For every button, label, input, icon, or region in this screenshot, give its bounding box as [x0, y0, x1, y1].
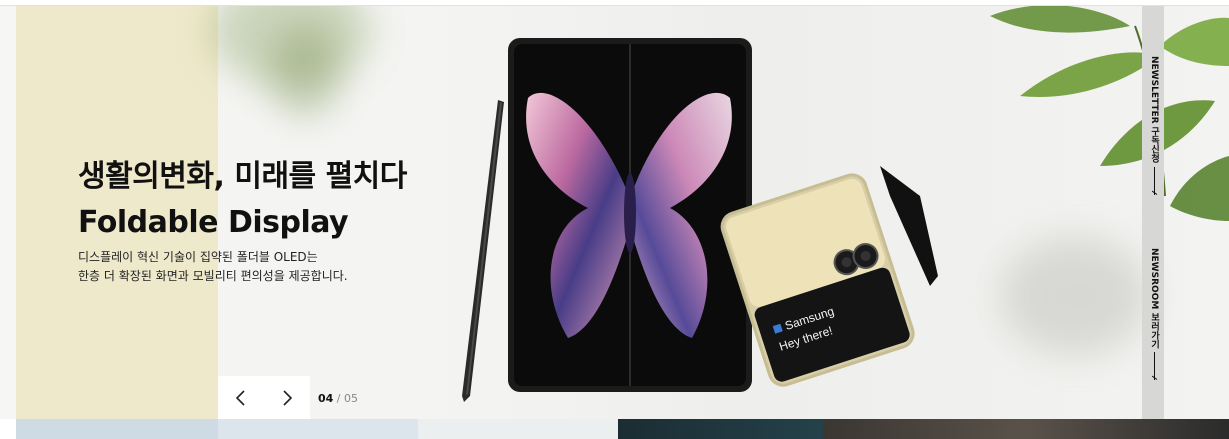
description-line-1: 디스플레이 혁신 기술이 집약된 폴더블 OLED는	[78, 250, 318, 264]
thumbnail-strip	[0, 419, 1229, 439]
slide-total: 05	[344, 392, 359, 405]
hero-headline: 생활의변화, 미래를 펼치다 Foldable Display	[78, 154, 407, 246]
chevron-left-icon	[235, 389, 245, 406]
slide-current: 04	[318, 392, 334, 405]
thumbnail-5[interactable]	[823, 419, 1229, 439]
thumbnail-4[interactable]	[618, 419, 823, 439]
arrow-down-icon	[1154, 166, 1155, 195]
newsletter-link[interactable]: NEWSLETTER 구독신청	[1148, 56, 1161, 195]
thumbnail-3[interactable]	[418, 419, 618, 439]
chevron-right-icon	[283, 389, 293, 406]
newsroom-link[interactable]: NEWSROOM 보러가기	[1148, 248, 1161, 381]
hero-description: 디스플레이 혁신 기술이 집약된 폴더블 OLED는 한층 더 확장된 화면과 …	[78, 248, 348, 286]
arrow-down-icon	[1154, 352, 1155, 381]
slide-separator: /	[333, 392, 345, 405]
slide-counter: 04 / 05	[318, 392, 358, 405]
newsletter-label: NEWSLETTER 구독신청	[1149, 56, 1159, 163]
headline-line-2: Foldable Display	[78, 205, 349, 240]
plant-leaves-illustration	[990, 6, 1229, 221]
leaf-shadow	[270, 26, 340, 116]
prev-slide-button[interactable]	[218, 376, 264, 419]
foldable-phone-illustration	[508, 38, 752, 392]
newsroom-label: NEWSROOM 보러가기	[1149, 248, 1159, 349]
next-slide-button[interactable]	[264, 376, 310, 419]
headline-line-1: 생활의변화, 미래를 펼치다	[78, 159, 407, 194]
thumbnail-2[interactable]	[218, 419, 418, 439]
flip-phone-illustration: Samsung Hey there!	[720, 166, 938, 387]
stylus-pen-illustration	[462, 100, 504, 402]
hero-banner: Samsung Hey there! 생활의변화, 미래를 펼치다 Foldab…	[0, 6, 1229, 419]
description-line-2: 한층 더 확장된 화면과 모빌리티 편의성을 제공합니다.	[78, 269, 348, 283]
thumbnail-1[interactable]	[16, 419, 218, 439]
